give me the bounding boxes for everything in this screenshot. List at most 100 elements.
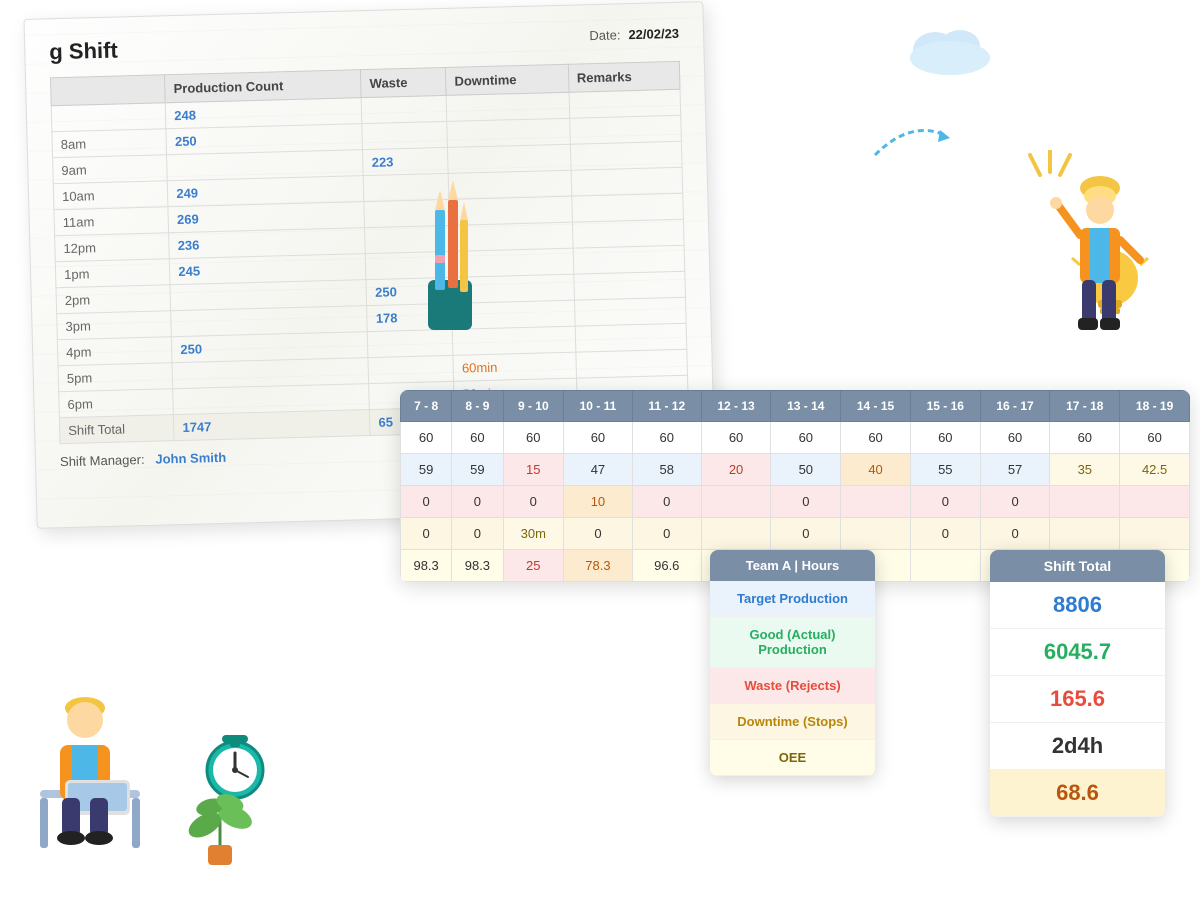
col-time bbox=[50, 75, 165, 106]
grid-cell: 42.5 bbox=[1120, 454, 1190, 486]
grid-cell: 0 bbox=[980, 486, 1050, 518]
grid-header-cell: 12 - 13 bbox=[701, 391, 771, 422]
cloud-decoration bbox=[900, 20, 1000, 80]
log-remarks bbox=[569, 115, 681, 144]
grid-downtime-row: 0030m00000 bbox=[401, 518, 1190, 550]
grid-cell: 0 bbox=[632, 486, 701, 518]
log-time: 10am bbox=[53, 181, 168, 210]
grid-cell: 60 bbox=[701, 422, 771, 454]
shift-total-target: 8806 bbox=[990, 582, 1165, 629]
grid-cell: 60 bbox=[452, 422, 503, 454]
legend-header: Team A | Hours bbox=[710, 550, 875, 581]
arrow-decoration bbox=[870, 120, 950, 165]
grid-header-cell: 9 - 10 bbox=[503, 391, 564, 422]
grid-header-cell: 8 - 9 bbox=[452, 391, 503, 422]
date-label: Date: bbox=[589, 27, 620, 43]
grid-header-cell: 14 - 15 bbox=[841, 391, 911, 422]
log-remarks bbox=[572, 219, 684, 248]
log-time: 3pm bbox=[57, 311, 172, 340]
shift-total-downtime: 2d4h bbox=[990, 723, 1165, 770]
shift-total-good: 6045.7 bbox=[990, 629, 1165, 676]
grid-cell: 60 bbox=[564, 422, 633, 454]
log-remarks bbox=[573, 271, 685, 300]
log-time: 5pm bbox=[58, 363, 173, 392]
grid-header-cell: 7 - 8 bbox=[401, 391, 452, 422]
legend-card: Team A | Hours Target Production Good (A… bbox=[710, 550, 875, 776]
grid-good-row: 595915475820504055573542.5 bbox=[401, 454, 1190, 486]
grid-cell: 60 bbox=[841, 422, 911, 454]
grid-cell: 0 bbox=[771, 486, 841, 518]
shift-title: g Shift bbox=[49, 38, 118, 66]
grid-cell: 40 bbox=[841, 454, 911, 486]
grid-cell: 0 bbox=[401, 518, 452, 550]
grid-cell: 0 bbox=[632, 518, 701, 550]
worker-right-decoration bbox=[1040, 160, 1160, 360]
grid-cell: 58 bbox=[632, 454, 701, 486]
grid-cell: 60 bbox=[503, 422, 564, 454]
grid-cell: 0 bbox=[503, 486, 564, 518]
grid-cell: 59 bbox=[401, 454, 452, 486]
grid-cell: 59 bbox=[452, 454, 503, 486]
grid-cell: 60 bbox=[980, 422, 1050, 454]
log-downtime bbox=[448, 144, 571, 173]
legend-target: Target Production bbox=[710, 581, 875, 617]
grid-cell: 78.3 bbox=[564, 550, 633, 582]
log-time: Shift Total bbox=[59, 415, 174, 444]
col-downtime: Downtime bbox=[446, 64, 569, 95]
legend-good: Good (Actual) Production bbox=[710, 617, 875, 668]
grid-waste-row: 000100000 bbox=[401, 486, 1190, 518]
grid-cell: 60 bbox=[771, 422, 841, 454]
grid-cell: 15 bbox=[503, 454, 564, 486]
log-waste bbox=[362, 95, 447, 123]
grid-cell: 60 bbox=[1050, 422, 1120, 454]
grid-cell: 60 bbox=[632, 422, 701, 454]
grid-cell bbox=[1120, 518, 1190, 550]
date-value: 22/02/23 bbox=[628, 25, 679, 41]
grid-cell: 0 bbox=[401, 486, 452, 518]
shift-total-header: Shift Total bbox=[990, 550, 1165, 582]
grid-cell bbox=[1050, 518, 1120, 550]
legend-oee: OEE bbox=[710, 740, 875, 776]
grid-cell bbox=[701, 518, 771, 550]
log-remarks bbox=[569, 89, 681, 118]
shift-total-waste: 165.6 bbox=[990, 676, 1165, 723]
log-time: 2pm bbox=[56, 285, 171, 314]
log-downtime bbox=[447, 118, 570, 147]
shift-total-oee: 68.6 bbox=[990, 770, 1165, 817]
log-time: 12pm bbox=[55, 233, 170, 262]
col-waste: Waste bbox=[361, 67, 447, 97]
grid-cell: 0 bbox=[980, 518, 1050, 550]
grid-cell: 0 bbox=[452, 486, 503, 518]
grid-header-cell: 18 - 19 bbox=[1120, 391, 1190, 422]
grid-cell: 30m bbox=[503, 518, 564, 550]
log-time: 9am bbox=[53, 155, 168, 184]
grid-cell: 50 bbox=[771, 454, 841, 486]
log-time bbox=[51, 103, 166, 132]
grid-cell: 57 bbox=[980, 454, 1050, 486]
col-remarks: Remarks bbox=[568, 61, 680, 92]
shift-manager-label: Shift Manager: bbox=[60, 452, 145, 469]
grid-cell: 10 bbox=[564, 486, 633, 518]
log-prod: 1747 bbox=[174, 410, 371, 441]
grid-cell bbox=[910, 550, 980, 582]
grid-cell: 0 bbox=[452, 518, 503, 550]
log-remarks bbox=[571, 193, 683, 222]
log-remarks bbox=[576, 349, 688, 378]
log-waste bbox=[368, 355, 453, 383]
pencils-decoration bbox=[400, 180, 500, 340]
log-time: 8am bbox=[52, 129, 167, 158]
grid-target-row: 606060606060606060606060 bbox=[401, 422, 1190, 454]
grid-header-cell: 13 - 14 bbox=[771, 391, 841, 422]
grid-cell: 60 bbox=[401, 422, 452, 454]
grid-cell: 0 bbox=[771, 518, 841, 550]
legend-downtime: Downtime (Stops) bbox=[710, 704, 875, 740]
grid-cell: 98.3 bbox=[401, 550, 452, 582]
shift-total-card: Shift Total 8806 6045.7 165.6 2d4h 68.6 bbox=[990, 550, 1165, 817]
log-waste bbox=[362, 121, 447, 149]
grid-header-cell: 11 - 12 bbox=[632, 391, 701, 422]
grid-cell: 0 bbox=[910, 486, 980, 518]
grid-cell: 35 bbox=[1050, 454, 1120, 486]
grid-cell: 20 bbox=[701, 454, 771, 486]
grid-cell: 25 bbox=[503, 550, 564, 582]
grid-cell: 98.3 bbox=[452, 550, 503, 582]
